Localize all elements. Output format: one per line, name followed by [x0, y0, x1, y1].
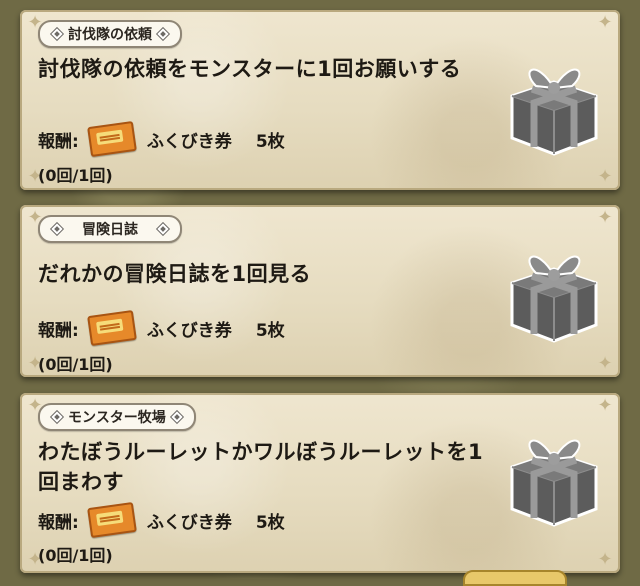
- diamond-icon: [169, 409, 184, 425]
- gift-box-icon: [510, 439, 598, 527]
- quest-progress: (0回/1回): [38, 546, 113, 565]
- gift-box-icon: [510, 255, 598, 343]
- quest-title: わたぼうルーレットかワルぼうルーレットを1回まわす: [38, 440, 484, 494]
- corner-ornament-icon: ✦: [597, 166, 613, 187]
- reward-name: ふくびき券: [146, 512, 232, 533]
- ticket-icon: [86, 120, 137, 158]
- bottom-button-edge[interactable]: [463, 570, 567, 586]
- reward-name: ふくびき券: [146, 131, 232, 152]
- corner-ornament-icon: ✦: [597, 12, 613, 33]
- quest-reward: 報酬: ふくびき券 5枚: [38, 120, 285, 158]
- diamond-icon: [155, 26, 171, 42]
- quest-progress: (0回/1回): [38, 355, 113, 374]
- reward-name: ふくびき券: [146, 320, 232, 341]
- quest-category-badge: 討伐隊の依頼: [38, 20, 182, 48]
- quest-reward: 報酬: ふくびき券 5枚: [38, 309, 285, 347]
- reward-count: 5枚: [255, 131, 285, 152]
- reward-label: 報酬:: [38, 131, 79, 152]
- corner-ornament-icon: ✦: [597, 207, 613, 228]
- corner-ornament-icon: ✦: [597, 353, 613, 374]
- corner-ornament-icon: ✦: [597, 395, 613, 416]
- reward-label: 報酬:: [38, 512, 79, 533]
- quest-card[interactable]: ✦ ✦ ✦ ✦ 冒険日誌 だれかの冒険日誌を1回見る 報酬: ふくびき券 5枚 …: [20, 205, 620, 377]
- corner-ornament-icon: ✦: [597, 549, 613, 570]
- quest-category-label: 冒険日誌: [82, 222, 138, 238]
- ticket-icon: [86, 501, 137, 539]
- quest-card[interactable]: ✦ ✦ ✦ ✦ 討伐隊の依頼 討伐隊の依頼をモンスターに1回お願いする 報酬: …: [20, 10, 620, 190]
- diamond-icon: [49, 26, 65, 42]
- gift-box-icon: [510, 68, 598, 156]
- quest-category-badge: モンスター牧場: [38, 403, 196, 431]
- diamond-icon: [49, 409, 65, 425]
- quest-category-label: 討伐隊の依頼: [68, 27, 152, 43]
- quest-title: だれかの冒険日誌を1回見る: [38, 262, 312, 286]
- diamond-icon: [49, 221, 65, 237]
- ticket-icon: [86, 309, 137, 347]
- quest-list: ✦ ✦ ✦ ✦ 討伐隊の依頼 討伐隊の依頼をモンスターに1回お願いする 報酬: …: [0, 0, 640, 586]
- quest-reward: 報酬: ふくびき券 5枚: [38, 501, 285, 539]
- quest-category-label: モンスター牧場: [68, 410, 166, 426]
- quest-category-badge: 冒険日誌: [38, 215, 182, 243]
- quest-progress: (0回/1回): [38, 166, 113, 185]
- reward-count: 5枚: [255, 512, 285, 533]
- reward-label: 報酬:: [38, 320, 79, 341]
- reward-count: 5枚: [255, 320, 285, 341]
- quest-title: 討伐隊の依頼をモンスターに1回お願いする: [38, 57, 462, 81]
- quest-card[interactable]: ✦ ✦ ✦ ✦ モンスター牧場 わたぼうルーレットかワルぼうルーレットを1回まわ…: [20, 393, 620, 573]
- diamond-icon: [155, 221, 171, 237]
